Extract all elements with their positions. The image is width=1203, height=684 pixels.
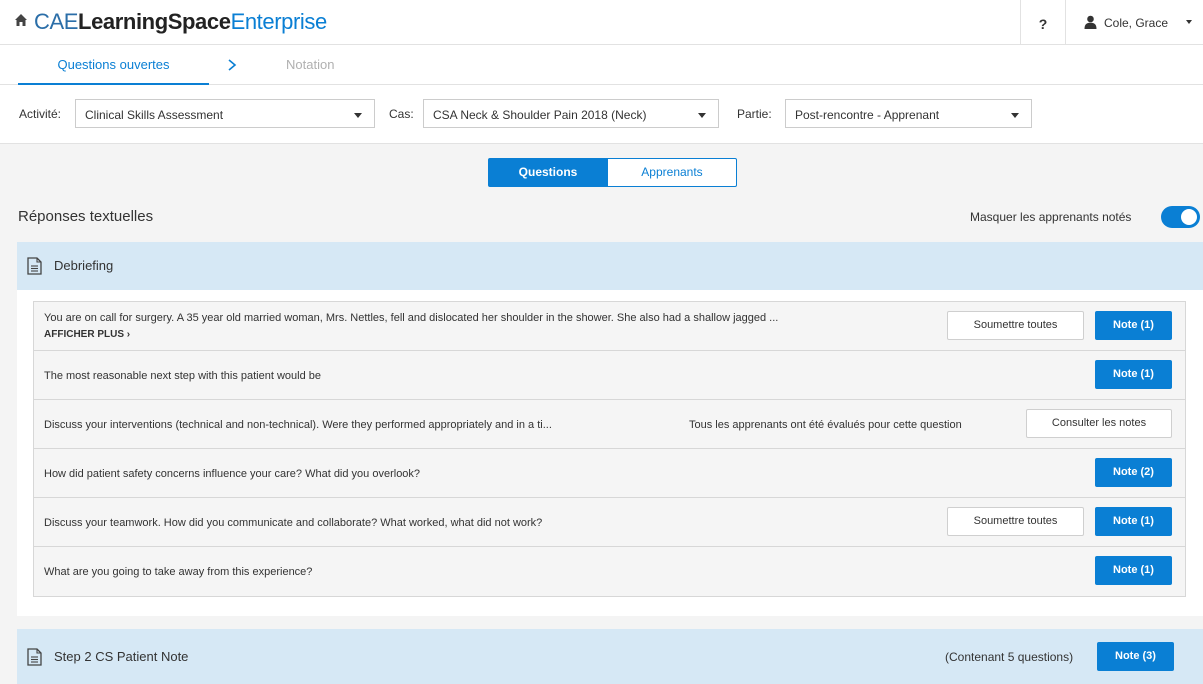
case-label: Cas: bbox=[389, 107, 414, 121]
submit-all-button[interactable]: Soumettre toutes bbox=[947, 507, 1084, 536]
view-notes-button[interactable]: Consulter les notes bbox=[1026, 409, 1172, 438]
workflow-steps: Questions ouvertes Notation bbox=[0, 45, 1203, 85]
top-bar: CAELearningSpaceEnterprise ? Cole, Grace bbox=[0, 0, 1203, 45]
caret-down-icon bbox=[698, 113, 706, 118]
note-button[interactable]: Note (2) bbox=[1095, 458, 1172, 487]
question-row: What are you going to take away from thi… bbox=[34, 547, 1185, 596]
tab-grading[interactable]: Notation bbox=[286, 45, 334, 85]
part-select[interactable]: Post-rencontre - Apprenant bbox=[785, 99, 1032, 128]
logo-part-enterprise: Enterprise bbox=[230, 9, 328, 34]
note-button[interactable]: Note (1) bbox=[1095, 507, 1172, 536]
group-body-debriefing: You are on call for surgery. A 35 year o… bbox=[17, 290, 1203, 616]
group-name: Debriefing bbox=[54, 258, 114, 273]
caret-down-icon bbox=[354, 113, 362, 118]
chevron-right-icon bbox=[228, 59, 237, 71]
question-row: Discuss your interventions (technical an… bbox=[34, 400, 1185, 449]
show-more-link[interactable]: AFFICHER PLUS › bbox=[44, 329, 130, 340]
part-label: Partie: bbox=[737, 107, 772, 121]
hide-graded-toggle[interactable] bbox=[1161, 206, 1200, 228]
question-text: How did patient safety concerns influenc… bbox=[44, 468, 421, 480]
part-value: Post-rencontre - Apprenant bbox=[795, 108, 940, 122]
toggle-knob bbox=[1181, 209, 1197, 225]
question-text: Discuss your teamwork. How did you commu… bbox=[44, 517, 543, 529]
document-icon bbox=[27, 648, 42, 666]
question-text: Discuss your interventions (technical an… bbox=[44, 419, 552, 431]
user-name: Cole, Grace bbox=[1104, 16, 1169, 30]
help-button[interactable]: ? bbox=[1020, 0, 1065, 45]
caret-down-icon bbox=[1011, 113, 1019, 118]
question-row: Discuss your teamwork. How did you commu… bbox=[34, 498, 1185, 547]
question-row: The most reasonable next step with this … bbox=[34, 351, 1185, 400]
questions-view-button[interactable]: Questions bbox=[488, 158, 608, 187]
case-value: CSA Neck & Shoulder Pain 2018 (Neck) bbox=[433, 108, 647, 122]
document-icon bbox=[27, 257, 42, 275]
activity-label: Activité: bbox=[19, 107, 62, 121]
group-name: Step 2 CS Patient Note bbox=[54, 649, 189, 664]
note-button[interactable]: Note (1) bbox=[1095, 360, 1172, 389]
logo-part-cae: CAE bbox=[34, 9, 79, 34]
question-row: You are on call for surgery. A 35 year o… bbox=[34, 302, 1185, 351]
note-button[interactable]: Note (1) bbox=[1095, 556, 1172, 585]
filter-bar: Activité: Clinical Skills Assessment Cas… bbox=[0, 85, 1203, 144]
group-header-patient-note[interactable]: Step 2 CS Patient Note (Contenant 5 ques… bbox=[17, 629, 1203, 684]
submit-all-button[interactable]: Soumettre toutes bbox=[947, 311, 1084, 340]
question-list: You are on call for surgery. A 35 year o… bbox=[33, 301, 1186, 597]
caret-down-icon bbox=[1186, 20, 1192, 24]
question-text: The most reasonable next step with this … bbox=[44, 370, 321, 382]
logo-part-learningspace: LearningSpace bbox=[78, 9, 231, 34]
all-graded-info: Tous les apprenants ont été évalués pour… bbox=[689, 419, 962, 431]
question-row: How did patient safety concerns influenc… bbox=[34, 449, 1185, 498]
activity-value: Clinical Skills Assessment bbox=[85, 108, 224, 122]
note-button[interactable]: Note (1) bbox=[1095, 311, 1172, 340]
case-select[interactable]: CSA Neck & Shoulder Pain 2018 (Neck) bbox=[423, 99, 719, 128]
question-text: You are on call for surgery. A 35 year o… bbox=[44, 312, 779, 324]
question-count: (Contenant 5 questions) bbox=[945, 650, 1074, 664]
learners-view-button[interactable]: Apprenants bbox=[607, 158, 737, 187]
app-logo[interactable]: CAELearningSpaceEnterprise bbox=[34, 9, 327, 35]
home-icon[interactable] bbox=[14, 13, 28, 27]
user-icon bbox=[1084, 15, 1097, 29]
group-header-debriefing[interactable]: Debriefing bbox=[17, 242, 1203, 290]
question-text: What are you going to take away from thi… bbox=[44, 566, 313, 578]
user-menu[interactable]: Cole, Grace bbox=[1065, 0, 1203, 45]
note-button[interactable]: Note (3) bbox=[1097, 642, 1174, 671]
tab-open-questions[interactable]: Questions ouvertes bbox=[18, 45, 209, 85]
hide-graded-label: Masquer les apprenants notés bbox=[970, 210, 1132, 224]
activity-select[interactable]: Clinical Skills Assessment bbox=[75, 99, 375, 128]
section-title: Réponses textuelles bbox=[18, 208, 154, 225]
